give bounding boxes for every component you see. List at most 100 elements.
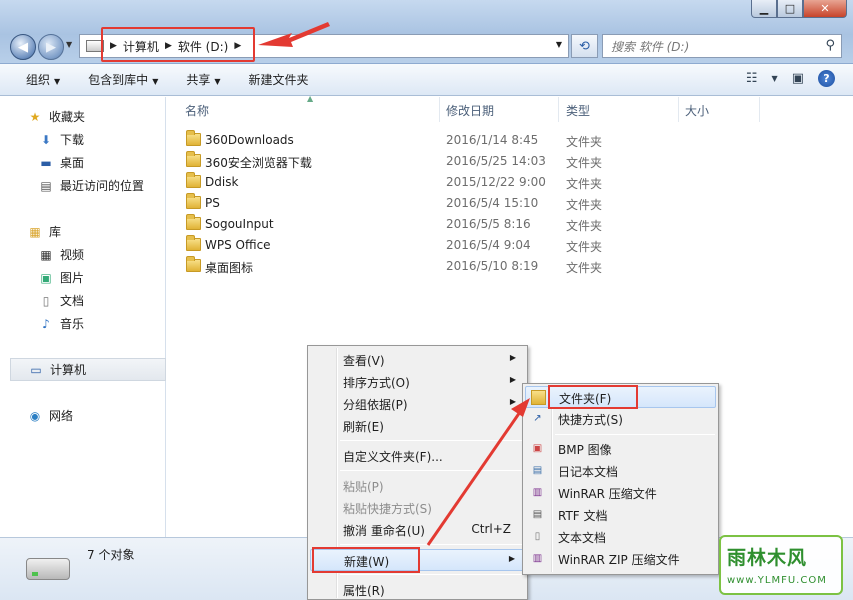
- include-library-button[interactable]: 包含到库中 ▼: [88, 71, 158, 88]
- new-folder-button[interactable]: 新建文件夹: [249, 71, 309, 88]
- address-highlight-box: [101, 27, 255, 62]
- address-dropdown-icon[interactable]: ▼: [556, 40, 562, 49]
- file-type: 文件夹: [566, 261, 603, 275]
- bmp-image-icon: ▣: [532, 443, 543, 454]
- submenu-item-text[interactable]: ▯ 文本文档: [525, 526, 716, 548]
- refresh-button[interactable]: ⟲: [571, 34, 598, 58]
- file-row[interactable]: WPS Office 2016/5/4 9:04 文件夹: [167, 235, 853, 256]
- menu-item-paste[interactable]: 粘贴(P): [310, 475, 525, 497]
- library-icon: ▦: [29, 224, 41, 239]
- preview-pane-icon[interactable]: ▣: [792, 71, 804, 86]
- minimize-button[interactable]: ▁: [751, 0, 777, 18]
- nav-label: 文档: [60, 294, 85, 308]
- history-dropdown-icon[interactable]: ▼: [66, 40, 72, 49]
- submenu-item-winrar-zip[interactable]: ▥ WinRAR ZIP 压缩文件: [525, 548, 716, 570]
- nav-pictures[interactable]: ▣ 图片: [0, 266, 166, 289]
- watermark-logo: 雨林木风 www.YLMFU.COM: [719, 535, 843, 595]
- view-dropdown-icon[interactable]: ▼: [772, 74, 778, 83]
- nav-computer[interactable]: ▭ 计算机: [10, 358, 166, 381]
- organize-button[interactable]: 组织 ▼: [26, 71, 60, 88]
- close-button[interactable]: ✕: [803, 0, 847, 18]
- nav-label: 最近访问的位置: [60, 179, 145, 193]
- menu-item-view[interactable]: 查看(V) ▶: [310, 349, 525, 371]
- submenu-item-bmp[interactable]: ▣ BMP 图像: [525, 438, 716, 460]
- nav-music[interactable]: ♪ 音乐: [0, 312, 166, 335]
- nav-desktop[interactable]: ▬ 桌面: [0, 151, 166, 174]
- nav-label: 库: [49, 225, 62, 239]
- menu-item-sort[interactable]: 排序方式(O) ▶: [310, 371, 525, 393]
- maximize-button[interactable]: □: [777, 0, 803, 18]
- file-row[interactable]: SogouInput 2016/5/5 8:16 文件夹: [167, 214, 853, 235]
- menu-separator: [340, 574, 522, 575]
- text-document-icon: ▯: [534, 531, 541, 542]
- nav-libraries[interactable]: ▦ 库: [0, 220, 166, 243]
- file-type: 文件夹: [566, 177, 603, 191]
- file-date: 2016/5/25 14:03: [446, 154, 546, 168]
- submenu-item-winrar[interactable]: ▥ WinRAR 压缩文件: [525, 482, 716, 504]
- document-icon: ▯: [42, 293, 50, 308]
- picture-icon: ▣: [40, 270, 52, 285]
- menu-shortcut: Ctrl+Z: [471, 522, 511, 536]
- menu-separator: [340, 440, 522, 441]
- nav-documents[interactable]: ▯ 文档: [0, 289, 166, 312]
- search-input[interactable]: 搜索 软件 (D:) ⚲: [602, 34, 842, 58]
- new-highlight-box: [312, 547, 420, 573]
- file-row[interactable]: Ddisk 2015/12/22 9:00 文件夹: [167, 172, 853, 193]
- nav-label: 下载: [60, 133, 85, 147]
- file-date: 2016/5/4 9:04: [446, 238, 531, 252]
- column-type[interactable]: 类型: [566, 102, 590, 119]
- submenu-item-shortcut[interactable]: ↗ 快捷方式(S): [525, 408, 716, 430]
- menu-item-paste-shortcut[interactable]: 粘贴快捷方式(S): [310, 497, 525, 519]
- view-mode-icon[interactable]: ☷: [746, 71, 758, 86]
- file-date: 2016/5/5 8:16: [446, 217, 531, 231]
- column-divider[interactable]: [759, 97, 760, 122]
- submenu-item-rtf[interactable]: ▤ RTF 文档: [525, 504, 716, 526]
- forward-button[interactable]: ▶: [38, 34, 64, 60]
- menu-label: 粘贴快捷方式(S): [343, 502, 432, 516]
- libraries-group: ▦ 库 ▦ 视频 ▣ 图片 ▯ 文档 ♪ 音乐: [0, 220, 166, 335]
- notepad-icon: ▤: [532, 465, 543, 476]
- desktop-icon: ▬: [40, 155, 52, 170]
- nav-recent[interactable]: ▤ 最近访问的位置: [0, 174, 166, 197]
- file-row[interactable]: PS 2016/5/4 15:10 文件夹: [167, 193, 853, 214]
- menu-item-customize[interactable]: 自定义文件夹(F)...: [310, 445, 525, 467]
- column-divider[interactable]: [558, 97, 559, 122]
- menu-item-undo[interactable]: 撤消 重命名(U) Ctrl+Z: [310, 519, 525, 541]
- column-divider[interactable]: [678, 97, 679, 122]
- menu-label: WinRAR ZIP 压缩文件: [558, 553, 680, 567]
- new-submenu: 文件夹(F) ↗ 快捷方式(S) ▣ BMP 图像 ▤ 日记本文档 ▥ WinRAR 压…: [522, 383, 719, 575]
- menu-label: 粘贴(P): [343, 480, 384, 494]
- nav-network[interactable]: ◉ 网络: [0, 404, 166, 427]
- menu-item-refresh[interactable]: 刷新(E): [310, 415, 525, 437]
- organize-label: 组织: [26, 73, 51, 87]
- nav-label: 收藏夹: [49, 110, 86, 124]
- nav-label: 桌面: [60, 156, 85, 170]
- share-button[interactable]: 共享 ▼: [186, 71, 220, 88]
- file-row[interactable]: 360安全浏览器下载 2016/5/25 14:03 文件夹: [167, 151, 853, 172]
- winrar-icon: ▥: [532, 487, 543, 498]
- column-date[interactable]: 修改日期: [446, 102, 494, 119]
- menu-separator: [555, 434, 715, 435]
- search-placeholder: 搜索 软件 (D:): [611, 39, 690, 54]
- folder-icon: [186, 193, 201, 209]
- file-row[interactable]: 桌面图标 2016/5/10 8:19 文件夹: [167, 256, 853, 277]
- menu-item-properties[interactable]: 属性(R): [310, 579, 525, 600]
- column-divider[interactable]: [439, 97, 440, 122]
- recent-places-icon: ▤: [40, 178, 52, 193]
- menu-label: RTF 文档: [558, 509, 608, 523]
- file-type: 文件夹: [566, 135, 603, 149]
- nav-videos[interactable]: ▦ 视频: [0, 243, 166, 266]
- back-button[interactable]: ◀: [10, 34, 36, 60]
- file-type: 文件夹: [566, 240, 603, 254]
- column-name[interactable]: 名称: [185, 102, 209, 119]
- window-controls: ▁ □ ✕: [751, 0, 847, 18]
- menu-item-group[interactable]: 分组依据(P) ▶: [310, 393, 525, 415]
- include-library-label: 包含到库中: [88, 73, 149, 87]
- help-icon[interactable]: ?: [818, 70, 835, 87]
- column-size[interactable]: 大小: [685, 102, 709, 119]
- nav-downloads[interactable]: ⬇ 下载: [0, 128, 166, 151]
- file-row[interactable]: 360Downloads 2016/1/14 8:45 文件夹: [167, 130, 853, 151]
- nav-favorites[interactable]: ★ 收藏夹: [0, 105, 166, 128]
- search-icon[interactable]: ⚲: [825, 38, 835, 53]
- submenu-item-notepad[interactable]: ▤ 日记本文档: [525, 460, 716, 482]
